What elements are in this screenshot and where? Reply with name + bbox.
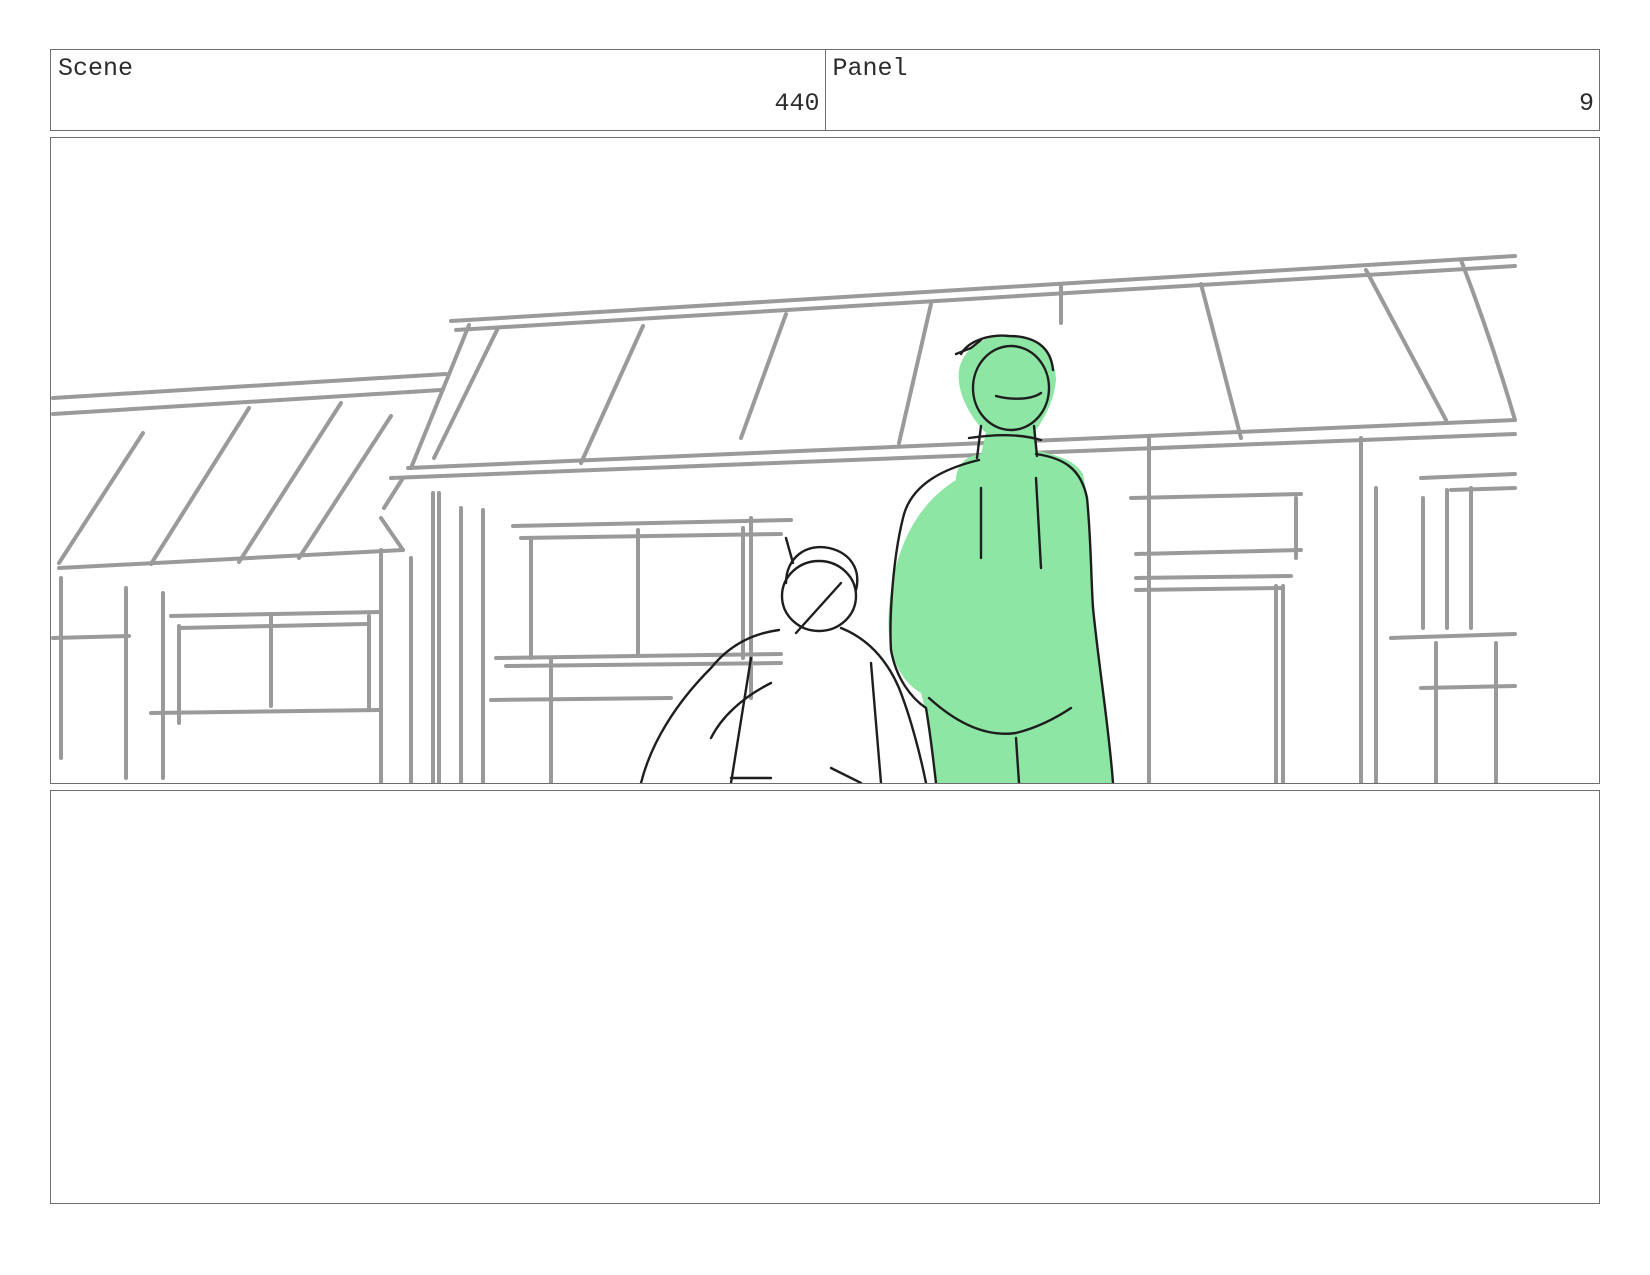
left-roof-slat-3	[237, 401, 343, 564]
notes-box	[50, 790, 1600, 1204]
seated-figure-seat-2	[829, 766, 863, 783]
storyboard-sketch	[51, 254, 1517, 783]
left-wall-rail	[51, 634, 131, 640]
main-roof-gable-left-2	[432, 326, 500, 460]
panel-label: Panel	[832, 54, 908, 83]
main-roof-ridge	[449, 254, 1517, 323]
main-roof-eave	[406, 418, 1517, 470]
left-roof-eave-line	[57, 548, 405, 570]
far-right-top-2	[1449, 486, 1517, 492]
green-figure	[888, 334, 1115, 783]
seated-figure-head-hatch	[794, 581, 843, 635]
seated-figure-side-line	[869, 661, 883, 783]
right-window-sill	[1134, 548, 1303, 556]
panel-header: Scene 440 Panel 9	[50, 49, 1600, 131]
left-roof-slat-4	[297, 414, 393, 560]
scene-number: 440	[774, 89, 820, 118]
panel-cell: Panel 9	[824, 50, 1600, 130]
main-window-sill-2	[504, 661, 783, 668]
main-roof-eave-2	[389, 432, 1517, 480]
left-roof-corner	[379, 516, 405, 552]
buildings-sketch	[51, 254, 1517, 783]
main-roof-slat-1	[579, 324, 645, 465]
storyboard-frame	[50, 137, 1600, 784]
main-wall-rail	[489, 696, 673, 702]
main-roof-slat-5	[1199, 282, 1243, 440]
far-right-top	[1419, 472, 1517, 480]
far-right-rail	[1389, 632, 1517, 640]
main-roof-slat-3	[897, 302, 933, 445]
left-window-top	[169, 610, 383, 618]
right-door-top	[1134, 574, 1293, 580]
main-wall-corner	[382, 476, 405, 510]
left-roof-slat-1	[57, 431, 145, 565]
seated-figure-arm	[709, 681, 773, 740]
scene-cell: Scene 440	[51, 50, 825, 130]
scene-label: Scene	[58, 54, 134, 83]
green-figure-fill	[888, 335, 1113, 783]
seated-figure-head	[780, 559, 858, 633]
left-window-sill	[149, 708, 383, 715]
right-window-top	[1129, 492, 1303, 500]
seated-figure-hair-strand	[784, 536, 795, 565]
seated-figure-back-line	[729, 656, 753, 783]
main-roof-slat-6	[1364, 268, 1448, 422]
left-roof-slat-2	[149, 406, 251, 566]
panel-number: 9	[1578, 89, 1594, 118]
right-door-top-2	[1134, 586, 1283, 592]
main-roof-ridge-2	[454, 264, 1517, 332]
main-roof-slat-2	[739, 312, 788, 440]
seated-figure	[639, 536, 928, 783]
main-roof-gable-right	[1459, 258, 1517, 422]
